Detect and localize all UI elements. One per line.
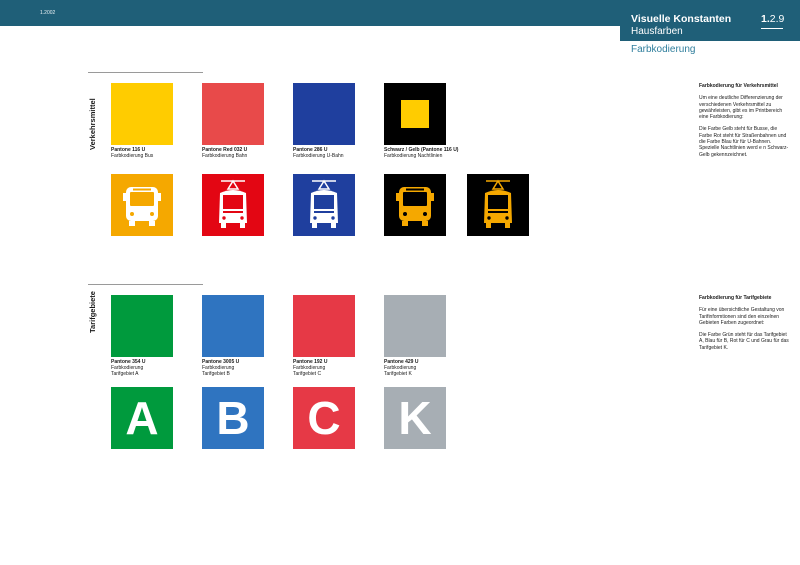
vertical-label-transport: Verkehrsmittel — [88, 98, 97, 150]
side-note-title: Farbkodierung für Verkehrsmittel — [699, 83, 778, 89]
document-subtitle: Hausfarben — [631, 26, 683, 37]
swatch-description-zone: Tarifgebiet B — [202, 371, 230, 378]
section-rule-transport — [88, 72, 203, 73]
zone-k-tile: K — [384, 387, 446, 449]
caption-zone-b: Pantone 3005 U Farbkodierung Tarifgebiet B — [202, 359, 302, 378]
swatch-description-zone: Tarifgebiet A — [111, 371, 139, 378]
section-rule-tariff — [88, 284, 203, 285]
document-title: Visuelle Konstanten — [631, 13, 732, 25]
swatch-description: Farbkodierung U-Bahn — [293, 153, 344, 160]
caption-zone-a: Pantone 354 U Farbkodierung Tarifgebiet A — [111, 359, 211, 378]
side-note-title: Farbkodierung für Tarifgebiete — [699, 295, 772, 301]
section-title: Farbkodierung — [631, 44, 696, 55]
zone-c-tile: C — [293, 387, 355, 449]
page-number: 1.2.9 — [761, 13, 784, 25]
bus-icon — [111, 174, 173, 236]
swatch-zone-k — [384, 295, 446, 357]
tram-icon — [202, 174, 264, 236]
zone-b-tile: B — [202, 387, 264, 449]
side-note-paragraph: Die Farbe Gelb steht für Busse, die Farb… — [699, 126, 789, 158]
swatch-night — [384, 83, 446, 145]
swatch-description: Farbkodierung Nachtlinien — [384, 153, 443, 160]
page-number-chapter: 1. — [761, 13, 770, 25]
subway-icon — [293, 174, 355, 236]
side-note-paragraph: Für eine übersichtliche Gestaltung von T… — [699, 307, 785, 326]
swatch-subway — [293, 83, 355, 145]
zone-a-tile: A — [111, 387, 173, 449]
swatch-description: Farbkodierung Bahn — [202, 153, 248, 160]
caption-bus: Pantone 116 U Farbkodierung Bus — [111, 147, 211, 159]
page-number-rest: 2.9 — [769, 13, 785, 25]
side-note-transport: Farbkodierung für Verkehrsmittel Um eine… — [699, 83, 791, 164]
night-tram-icon — [467, 174, 529, 236]
side-note-tariff: Farbkodierung für Tarifgebiete Für eine … — [699, 295, 791, 357]
caption-night: Schwarz / Gelb (Pantone 116 U) Farbkodier… — [384, 147, 484, 159]
caption-tram: Pantone Red 032 U Farbkodierung Bahn — [202, 147, 302, 159]
swatch-description-zone: Tarifgebiet K — [384, 371, 412, 378]
swatch-tram — [202, 83, 264, 145]
header-date: 1.2002 — [40, 10, 56, 16]
vertical-label-tariff: Tarifgebiete — [88, 291, 97, 333]
swatch-bus — [111, 83, 173, 145]
swatch-zone-a — [111, 295, 173, 357]
caption-subway: Pantone 286 U Farbkodierung U-Bahn — [293, 147, 393, 159]
caption-zone-k: Pantone 429 U Farbkodierung Tarifgebiet K — [384, 359, 484, 378]
side-note-paragraph: Um eine deutliche Differenzierung der ve… — [699, 95, 783, 121]
swatch-description-zone: Tarifgebiet C — [293, 371, 322, 378]
page-number-underline — [761, 28, 783, 29]
swatch-night-inner — [401, 100, 429, 128]
header-divider — [620, 40, 800, 41]
caption-zone-c: Pantone 192 U Farbkodierung Tarifgebiet C — [293, 359, 393, 378]
swatch-zone-c — [293, 295, 355, 357]
night-bus-icon — [384, 174, 446, 236]
swatch-description: Farbkodierung Bus — [111, 153, 154, 160]
side-note-paragraph: Die Farbe Grün steht für das Tarifgebiet… — [699, 332, 789, 351]
swatch-zone-b — [202, 295, 264, 357]
